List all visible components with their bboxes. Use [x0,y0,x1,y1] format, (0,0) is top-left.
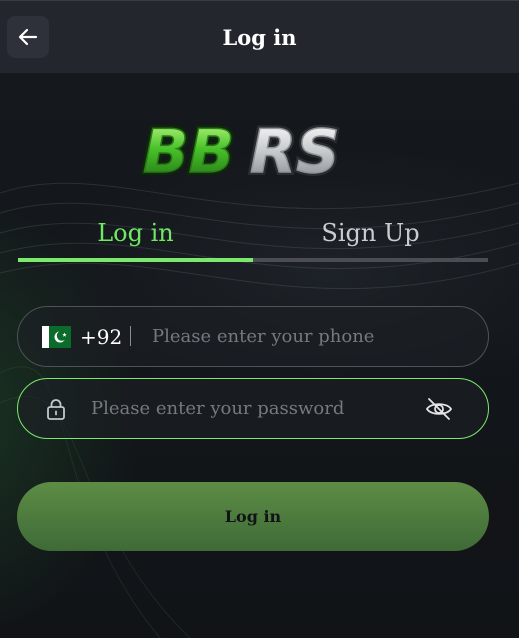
app-header: Log in [0,0,519,73]
back-button[interactable] [7,16,49,58]
tab-login[interactable]: Log in [18,210,253,256]
brand-logo: BB BB RS RS [140,114,342,182]
tab-active-indicator [18,258,253,262]
eye-off-icon[interactable] [424,394,454,424]
svg-text:BB: BB [143,117,234,182]
pakistan-flag-icon[interactable] [42,326,71,348]
password-input[interactable] [91,379,411,438]
tab-track [18,258,488,262]
login-button[interactable]: Log in [17,482,489,551]
auth-tabs: Log in Sign Up [18,210,488,264]
country-code[interactable]: +92 [80,307,122,366]
password-field [17,378,489,439]
svg-text:RS: RS [250,117,339,182]
field-divider [130,326,131,346]
tab-signup[interactable]: Sign Up [253,210,488,256]
page-title: Log in [222,25,297,50]
lock-icon [47,399,65,420]
phone-field: +92 [17,306,489,367]
arrow-left-icon [18,28,38,46]
phone-input[interactable] [152,307,472,366]
